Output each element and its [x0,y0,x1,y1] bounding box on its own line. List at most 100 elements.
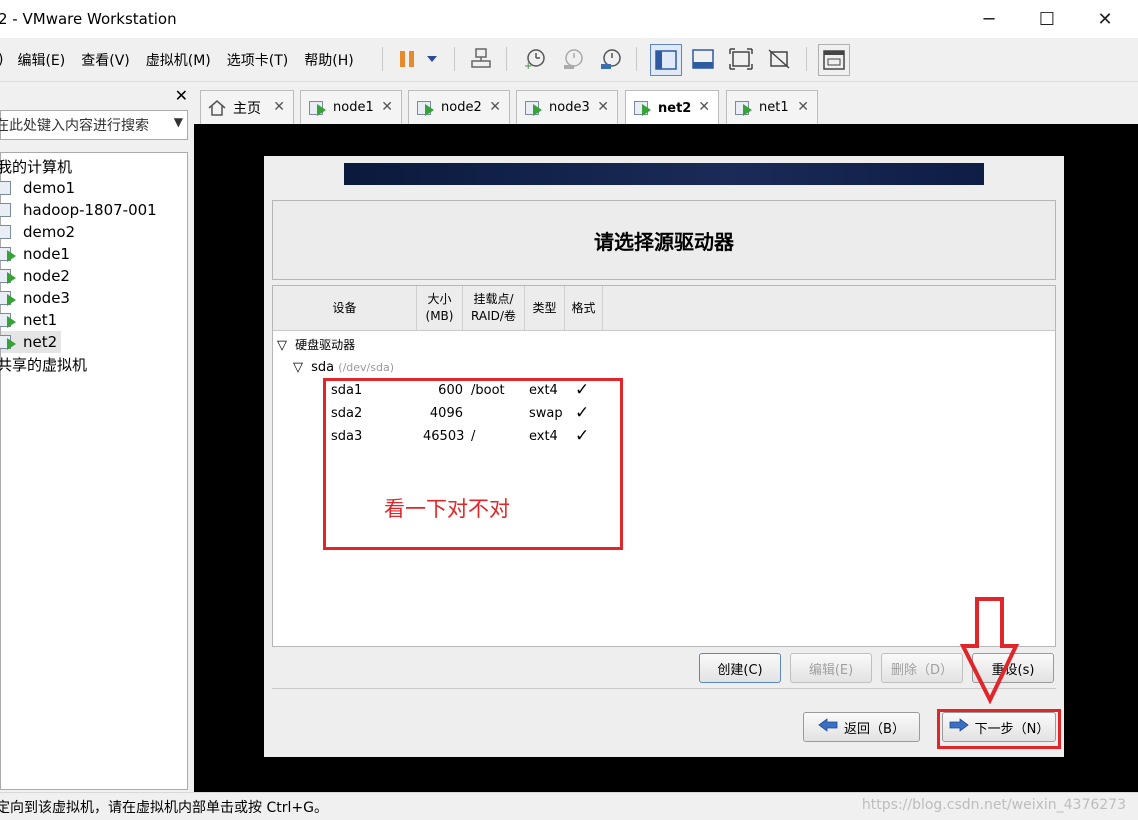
tree-vm-node1[interactable]: node1 [0,243,70,265]
vm-running-icon [0,245,21,263]
window-title: 2 - VMware Workstation [0,10,177,28]
tree-vm-net1[interactable]: net1 [0,309,57,331]
console-view-icon[interactable] [818,44,850,76]
snapshot-icon[interactable]: + [520,44,550,74]
arrow-left-icon [818,718,838,736]
vm-running-icon [0,289,21,307]
tree-vm-node3[interactable]: node3 [0,287,70,309]
column-device: 设备 [273,286,417,331]
tab-label: net1 [759,100,789,115]
delete-button[interactable]: 删除（D） [881,653,963,683]
tab-label: net2 [658,100,692,116]
tab-home[interactable]: 主页 ✕ [200,90,294,124]
close-button[interactable]: ✕ [1076,0,1134,38]
tree-vm-node2[interactable]: node2 [0,265,70,287]
tab-net2[interactable]: net2 ✕ [625,90,719,125]
vm-icon [0,201,21,219]
tab-node1[interactable]: node1 ✕ [300,90,402,124]
vm-running-icon [523,99,543,117]
vm-running-icon [0,267,21,285]
tree-root[interactable]: 我的计算机 [0,155,72,177]
tree-vm-net2[interactable]: net2 [0,331,61,353]
maximize-button[interactable]: ☐ [1018,0,1076,38]
annotation-next-box [937,709,1061,749]
menu-edit[interactable]: 编辑(E) [17,50,65,70]
column-filler [603,286,1055,331]
toolbar-separator [454,47,455,71]
tab-label: node2 [441,100,482,115]
toolbar-separator [506,47,507,71]
minimize-button[interactable]: ─ [960,0,1018,38]
expand-triangle-icon[interactable]: ▽ [277,338,287,353]
close-icon[interactable]: ✕ [381,99,393,115]
vm-running-icon [0,333,21,351]
vm-running-icon [307,99,327,117]
vm-running-icon [733,99,753,117]
annotation-highlight-box [323,378,623,550]
chevron-down-icon[interactable]: ▼ [174,115,183,129]
search-placeholder: 在此处键入内容进行搜索 [0,118,149,134]
watermark: https://blog.csdn.net/weixin_4376273 [861,797,1126,813]
library-sidebar: ✕ 在此处键入内容进行搜索 ▼ 我的计算机 demo1 hadoop-1807-… [0,82,196,792]
tab-node3[interactable]: node3 ✕ [516,90,618,124]
vm-running-icon [632,99,652,117]
menu-help[interactable]: 帮助(H) [304,50,353,70]
annotation-arrow-icon [960,597,1020,704]
toolbar-separator [636,47,637,71]
column-type: 类型 [525,286,565,331]
toolbar-separator [806,47,807,71]
tab-label: node1 [333,100,374,115]
home-icon [207,99,227,117]
close-icon[interactable]: ✕ [597,99,609,115]
svg-text:+: + [524,61,532,71]
column-size: 大小 (MB) [417,286,463,331]
revert-snapshot-icon[interactable] [558,44,588,74]
installer-banner [344,163,984,185]
menu-tabs[interactable]: 选项卡(T) [227,50,288,70]
close-icon[interactable]: ✕ [698,99,710,115]
tab-node2[interactable]: node2 ✕ [408,90,510,124]
close-icon[interactable]: ✕ [273,99,285,115]
expand-triangle-icon[interactable]: ▽ [293,360,303,375]
vm-icon [0,179,21,197]
sidebar-toggle-icon[interactable] [650,44,682,76]
status-bar: 定向到该虚拟机，请在虚拟机内部单击或按 Ctrl+G。 https://blog… [0,792,1138,820]
snapshot-manager-icon[interactable] [596,44,626,74]
network-icon[interactable] [466,44,496,74]
tree-vm-hadoop[interactable]: hadoop-1807-001 [0,199,157,221]
back-button[interactable]: 返回（B） [803,712,920,742]
tab-bar: 主页 ✕ node1 ✕ node2 ✕ node3 ✕ net2 ✕ net1… [196,82,1138,125]
disk-row[interactable]: ▽ sda (/dev/sda) [293,360,394,375]
menu-view[interactable]: 查看(V) [81,50,130,70]
pause-icon[interactable] [392,44,422,74]
column-format: 格式 [565,286,603,331]
vm-running-icon [0,311,21,329]
close-icon[interactable]: ✕ [489,99,501,115]
menu-vm[interactable]: 虚拟机(M) [146,50,211,70]
vm-icon [0,223,21,241]
group-row[interactable]: ▽ 硬盘驱动器 [277,336,355,353]
title-bar: 2 - VMware Workstation ─ ☐ ✕ [0,0,1138,38]
tree-vm-demo2[interactable]: demo2 [0,221,75,243]
close-icon[interactable]: ✕ [797,99,809,115]
tab-label: 主页 [233,100,261,117]
tab-net1[interactable]: net1 ✕ [726,90,818,124]
thumbnail-bar-icon[interactable] [688,44,718,74]
status-text: 定向到该虚拟机，请在虚拟机内部单击或按 Ctrl+G。 [0,799,328,816]
unity-icon[interactable] [764,44,794,74]
close-icon[interactable]: ✕ [175,86,188,105]
fullscreen-icon[interactable] [726,44,756,74]
search-input[interactable]: 在此处键入内容进行搜索 ▼ [0,110,188,140]
column-mount: 挂载点/ RAID/卷 [463,286,525,331]
menu-file-fragment[interactable]: ) [0,52,3,68]
edit-button[interactable]: 编辑(E) [790,653,872,683]
tree-vm-demo1[interactable]: demo1 [0,177,75,199]
tree-shared[interactable]: 共享的虚拟机 [0,353,87,375]
tab-label: node3 [549,100,590,115]
create-button[interactable]: 创建(C) [699,653,781,683]
toolbar-separator [382,47,383,71]
page-heading: 请选择源驱动器 [272,200,1056,280]
vm-running-icon [415,99,435,117]
annotation-note: 看一下对不对 [384,497,510,521]
chevron-down-icon[interactable] [420,44,444,74]
